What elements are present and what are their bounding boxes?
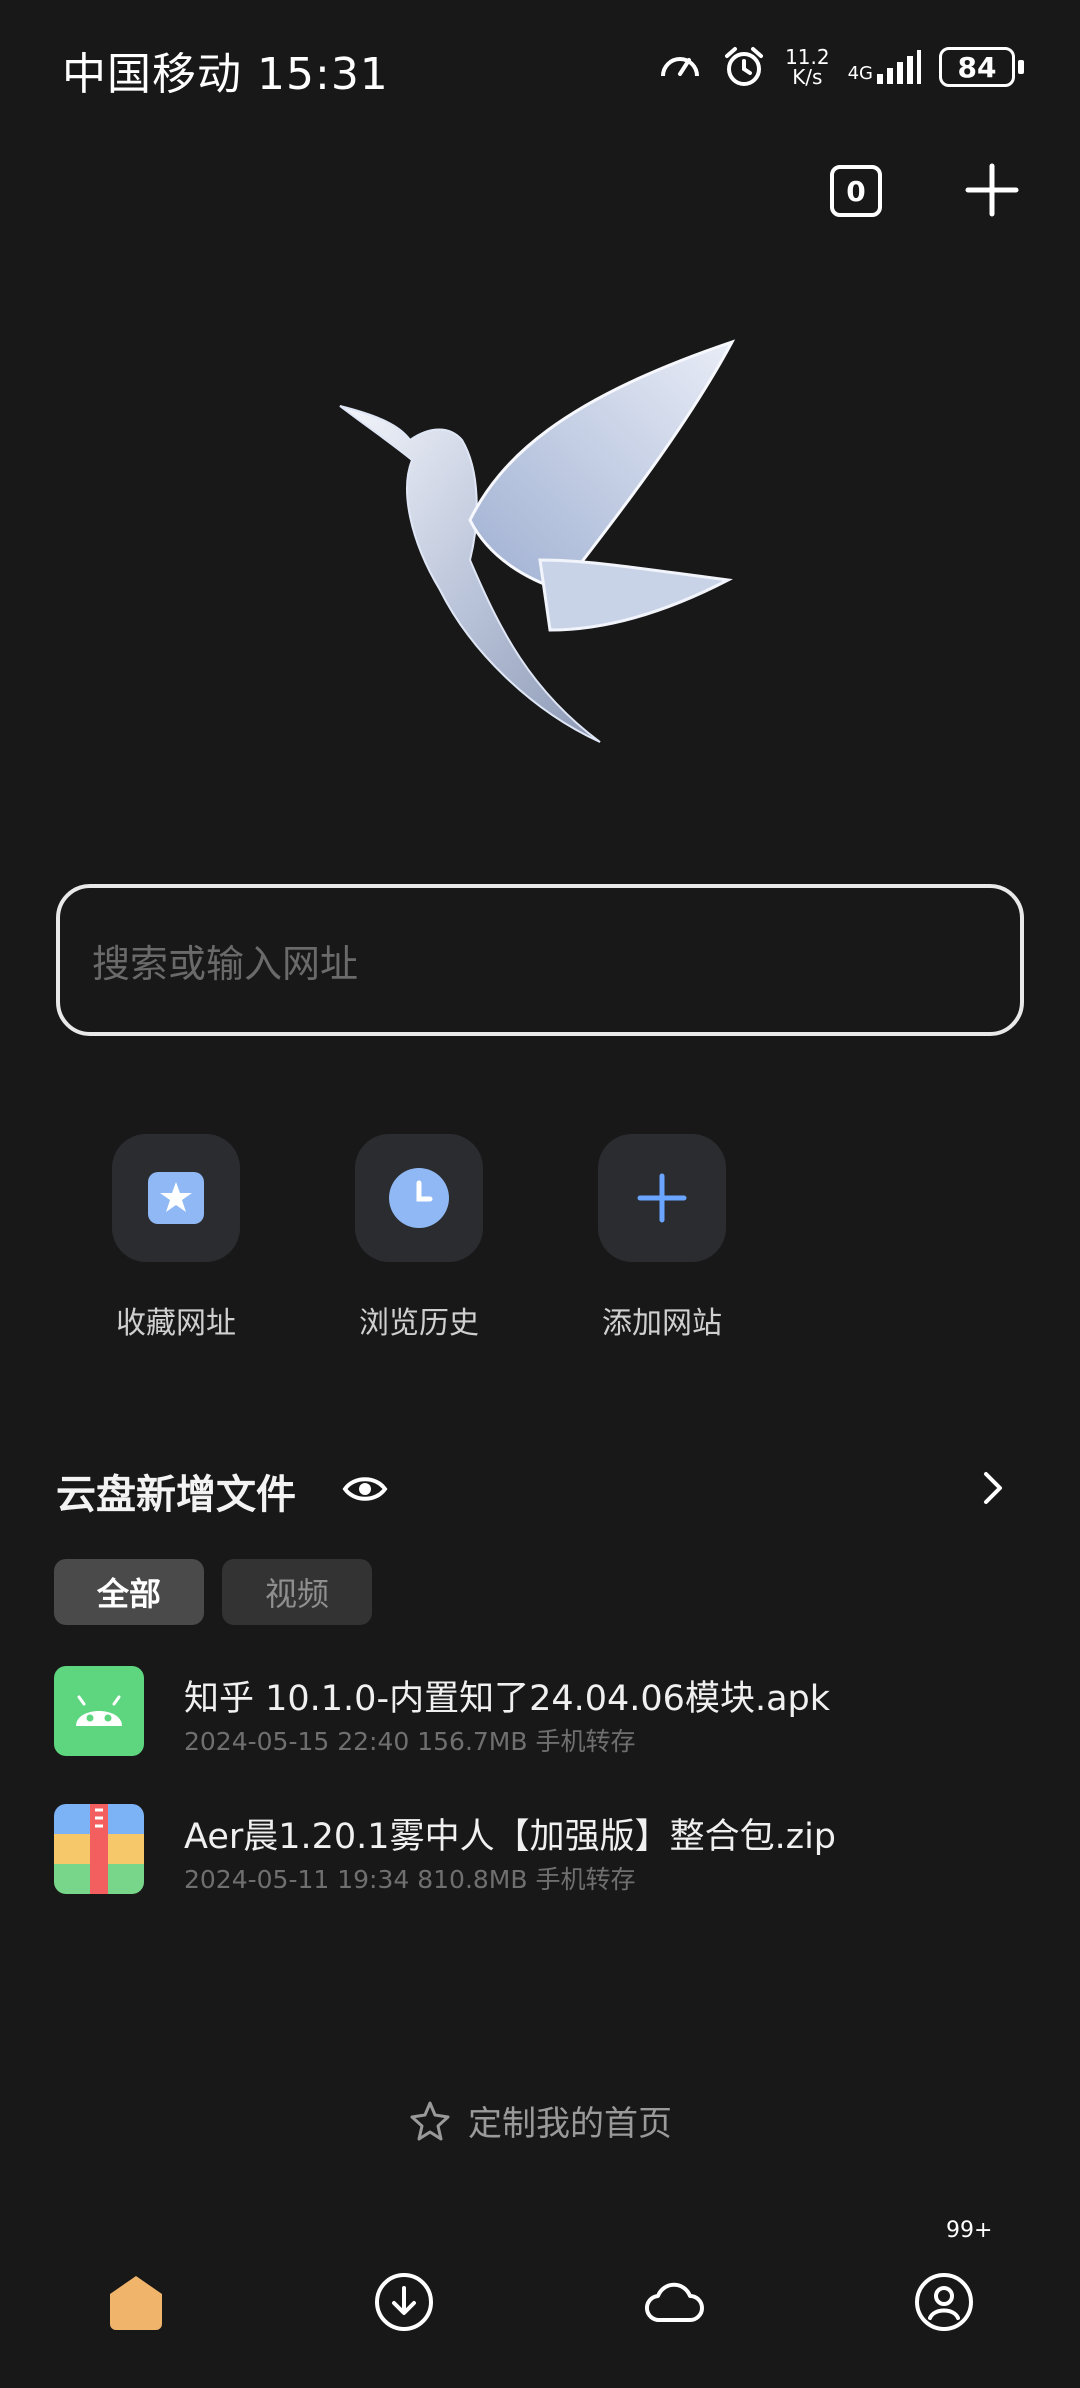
cloud-section-title: 云盘新增文件 (56, 1472, 296, 1518)
quick-link-bookmarks[interactable] (112, 1134, 240, 1262)
profile-icon[interactable] (912, 2270, 976, 2334)
file-date: 2024-05-11 19:34 (184, 1865, 410, 1894)
file-name: Aer晨1.20.1雾中人【加强版】整合包.zip (184, 1817, 837, 1857)
search-placeholder: 搜索或输入网址 (92, 941, 359, 986)
android-apk-icon (54, 1666, 144, 1756)
quick-link-label: 添加网站 (602, 1306, 722, 1341)
file-list-item[interactable]: 知乎 10.1.0-内置知了24.04.06模块.apk 2024-05-15 … (54, 1666, 1024, 1766)
speedometer-icon (661, 57, 700, 77)
file-size: 156.7MB (417, 1727, 528, 1756)
clock: 15:31 (257, 49, 389, 100)
download-icon[interactable] (372, 2270, 436, 2334)
file-size: 810.8MB (417, 1865, 528, 1894)
sparkle-star-icon (410, 2101, 450, 2140)
tabs-count-button[interactable]: 0 (830, 165, 882, 217)
history-clock-icon[interactable] (355, 1134, 483, 1262)
signal-group: 4G (848, 50, 921, 84)
signal-bars-icon (877, 50, 921, 84)
quick-link-label: 浏览历史 (359, 1306, 479, 1341)
status-carrier-time: 中国移动 15:31 (62, 38, 389, 102)
customize-home-button[interactable]: 定制我的首页 (0, 2096, 1080, 2145)
chevron-right-icon[interactable] (976, 1468, 1008, 1508)
alarm-icon (725, 47, 764, 86)
network-speed: 11.2 K/s (785, 47, 830, 87)
customize-label: 定制我的首页 (468, 2104, 672, 2144)
browser-bird-logo (339, 339, 736, 743)
filter-video-chip[interactable]: 视频 (222, 1559, 372, 1625)
bookmark-star-icon[interactable] (112, 1134, 240, 1262)
file-meta: 2024-05-15 22:40 156.7MB 手机转存 (184, 1722, 636, 1758)
battery-level: 84 (939, 47, 1015, 87)
quick-link-add-site[interactable] (598, 1134, 726, 1262)
network-speed-value: 11.2 (785, 45, 830, 69)
home-icon[interactable] (104, 2270, 168, 2334)
quick-link-history[interactable] (355, 1134, 483, 1262)
notification-badge: 99+ (946, 2218, 993, 2243)
carrier-name: 中国移动 (62, 49, 242, 100)
network-speed-unit: K/s (792, 65, 823, 89)
file-name: 知乎 10.1.0-内置知了24.04.06模块.apk (184, 1679, 830, 1719)
cloud-icon[interactable] (642, 2270, 706, 2334)
battery-indicator: 84 (939, 47, 1024, 87)
new-tab-plus-icon[interactable] (964, 162, 1020, 218)
zip-archive-icon (54, 1804, 144, 1894)
file-source: 手机转存 (535, 1865, 636, 1894)
file-list-item[interactable]: Aer晨1.20.1雾中人【加强版】整合包.zip 2024-05-11 19:… (54, 1804, 1024, 1904)
file-date: 2024-05-15 22:40 (184, 1727, 410, 1756)
plus-icon[interactable] (598, 1134, 726, 1262)
eye-icon[interactable] (342, 1466, 388, 1512)
file-meta: 2024-05-11 19:34 810.8MB 手机转存 (184, 1860, 636, 1896)
status-indicators: 11.2 K/s 4G 84 (657, 44, 1024, 90)
battery-tip-icon (1018, 60, 1024, 74)
filter-all-chip[interactable]: 全部 (54, 1559, 204, 1625)
quick-link-label: 收藏网址 (116, 1306, 236, 1341)
network-type: 4G (847, 63, 873, 84)
search-bar[interactable]: 搜索或输入网址 (56, 884, 1024, 1036)
file-source: 手机转存 (535, 1727, 636, 1756)
